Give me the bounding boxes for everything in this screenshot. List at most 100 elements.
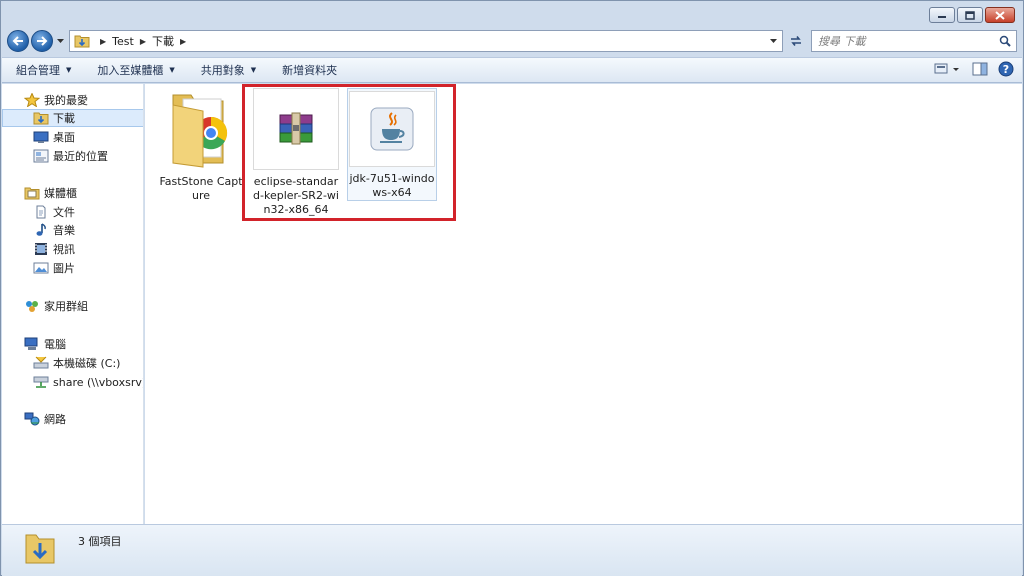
- preview-pane-icon: [972, 62, 988, 76]
- minimize-icon: [938, 16, 946, 18]
- sidebar-item-label: 音樂: [53, 224, 75, 237]
- view-controls: ?: [934, 61, 1014, 77]
- share-with-label: 共用對象: [200, 64, 245, 77]
- sidebar-group-homegroup[interactable]: 家用群組: [2, 297, 143, 315]
- address-history-dropdown[interactable]: [766, 34, 780, 48]
- file-thumbnail: [349, 91, 435, 167]
- organize-label: 組合管理: [16, 64, 60, 77]
- help-icon: ?: [998, 61, 1014, 77]
- sidebar-item-desktop[interactable]: 桌面: [2, 128, 143, 146]
- file-item-eclipse-archive[interactable]: eclipse-standard-kepler-SR2-win32-x86_64: [251, 88, 341, 217]
- file-thumbnail: [253, 88, 339, 170]
- close-button[interactable]: [985, 7, 1015, 23]
- sidebar-group-computer[interactable]: 電腦: [2, 335, 143, 353]
- file-list[interactable]: FastStone Capture eclipse-standard-keple…: [145, 84, 1022, 524]
- video-icon: [35, 243, 47, 255]
- back-button[interactable]: [7, 30, 29, 52]
- java-coffee-icon: [370, 107, 414, 151]
- preview-pane-button[interactable]: [972, 62, 988, 76]
- breadcrumb-separator[interactable]: ▶: [140, 37, 146, 46]
- command-bar: 組合管理 ▼ 加入至媒體櫃 ▼ 共用對象 ▼ 新增資料夾 ?: [2, 57, 1022, 83]
- file-name: jdk-7u51-windows-x64: [349, 172, 435, 199]
- chevron-down-icon: [56, 38, 64, 43]
- sidebar-item-label: 本機磁碟 (C:): [53, 357, 121, 370]
- network-drive-icon: [33, 376, 49, 388]
- sidebar-item-music[interactable]: 音樂: [2, 221, 143, 239]
- sidebar-item-label: 視訊: [53, 243, 75, 256]
- chevron-down-icon: ▼: [66, 66, 72, 74]
- file-name: FastStone Capture: [159, 175, 243, 202]
- sidebar-group-label: 媒體櫃: [44, 187, 77, 200]
- folder-with-chrome-icon: [172, 94, 228, 168]
- sidebar-item-label: 文件: [53, 206, 75, 219]
- share-with-menu[interactable]: 共用對象 ▼: [201, 62, 256, 78]
- sidebar-item-label: 下載: [53, 112, 75, 125]
- pictures-icon: [33, 262, 49, 274]
- forward-button[interactable]: [31, 30, 53, 52]
- sidebar-group-favorites[interactable]: 我的最愛: [2, 91, 143, 109]
- breadcrumb-test[interactable]: Test: [112, 35, 134, 48]
- details-pane: 3 個項目: [2, 524, 1022, 576]
- file-item-jdk-installer[interactable]: jdk-7u51-windows-x64: [347, 88, 437, 201]
- file-thumbnail: [158, 88, 244, 170]
- address-row: ▶ Test ▶ 下載 ▶: [7, 29, 1017, 53]
- breadcrumb-separator[interactable]: ▶: [100, 37, 106, 46]
- search-icon[interactable]: [999, 35, 1011, 47]
- sidebar-item-local-disk[interactable]: 本機磁碟 (C:): [2, 354, 143, 372]
- sidebar-item-downloads[interactable]: 下載: [2, 109, 143, 127]
- sidebar-group-label: 家用群組: [44, 300, 88, 313]
- sidebar-item-documents[interactable]: 文件: [2, 203, 143, 221]
- help-button[interactable]: ?: [998, 61, 1014, 77]
- sidebar-group-network[interactable]: 網路: [2, 410, 143, 428]
- item-count: 3 個項目: [78, 535, 122, 548]
- sidebar-group-libraries[interactable]: 媒體櫃: [2, 184, 143, 202]
- sidebar-item-videos[interactable]: 視訊: [2, 240, 143, 258]
- sidebar-group-label: 網路: [44, 413, 66, 426]
- sidebar-item-label: 最近的位置: [53, 150, 108, 163]
- music-icon: [36, 223, 46, 236]
- recent-pages-dropdown[interactable]: [55, 30, 65, 52]
- minimize-button[interactable]: [929, 7, 955, 23]
- breadcrumb-downloads[interactable]: 下載: [152, 33, 174, 49]
- navigation-pane: 我的最愛 下載 桌面 最近的位置 媒體櫃 文件 音樂 視訊 圖片 家用群組 電腦…: [2, 84, 144, 524]
- libraries-icon: [24, 187, 40, 200]
- new-folder-button[interactable]: 新增資料夾: [282, 62, 337, 78]
- close-icon: [995, 10, 1005, 20]
- arrow-left-icon: [12, 36, 23, 46]
- include-in-library-menu[interactable]: 加入至媒體櫃 ▼: [97, 62, 174, 78]
- svg-text:?: ?: [1003, 63, 1009, 76]
- chevron-down-icon: ▼: [250, 66, 257, 74]
- search-box[interactable]: [811, 30, 1017, 52]
- download-folder-icon: [33, 112, 49, 125]
- sidebar-item-label: 桌面: [53, 131, 75, 144]
- sidebar-group-label: 電腦: [44, 338, 66, 351]
- file-item-faststone-capture[interactable]: FastStone Capture: [156, 88, 246, 203]
- sidebar-item-label: share (\\vboxsrv) (E: [53, 375, 144, 389]
- include-in-library-label: 加入至媒體櫃: [97, 64, 164, 77]
- refresh-icon: [791, 36, 801, 46]
- sidebar-item-network-share[interactable]: share (\\vboxsrv) (E: [2, 373, 144, 391]
- explorer-window: ▶ Test ▶ 下載 ▶ 組合管理▼ 加入至媒體櫃▼ 共用對象▼ 新增資料: [0, 0, 1024, 576]
- address-bar[interactable]: ▶ Test ▶ 下載 ▶: [69, 30, 783, 52]
- refresh-button[interactable]: [785, 30, 807, 52]
- local-disk-icon: [33, 356, 49, 369]
- chevron-down-icon: [769, 38, 777, 43]
- sidebar-item-pictures[interactable]: 圖片: [2, 259, 143, 277]
- maximize-icon: [965, 10, 975, 20]
- change-view-button[interactable]: [934, 62, 962, 76]
- download-folder-icon: [25, 534, 55, 564]
- search-input[interactable]: [818, 34, 988, 48]
- breadcrumb-separator[interactable]: ▶: [180, 37, 186, 46]
- organize-menu[interactable]: 組合管理 ▼: [16, 62, 71, 78]
- chevron-down-icon: ▼: [169, 66, 175, 74]
- sidebar-group-label: 我的最愛: [44, 94, 88, 107]
- computer-icon: [24, 337, 38, 350]
- star-icon: [24, 93, 40, 107]
- maximize-button[interactable]: [957, 7, 983, 23]
- documents-icon: [36, 205, 46, 219]
- network-icon: [24, 412, 40, 426]
- sidebar-item-label: 圖片: [53, 262, 75, 275]
- desktop-icon: [33, 131, 49, 143]
- homegroup-icon: [26, 301, 38, 312]
- sidebar-item-recent-places[interactable]: 最近的位置: [2, 147, 143, 165]
